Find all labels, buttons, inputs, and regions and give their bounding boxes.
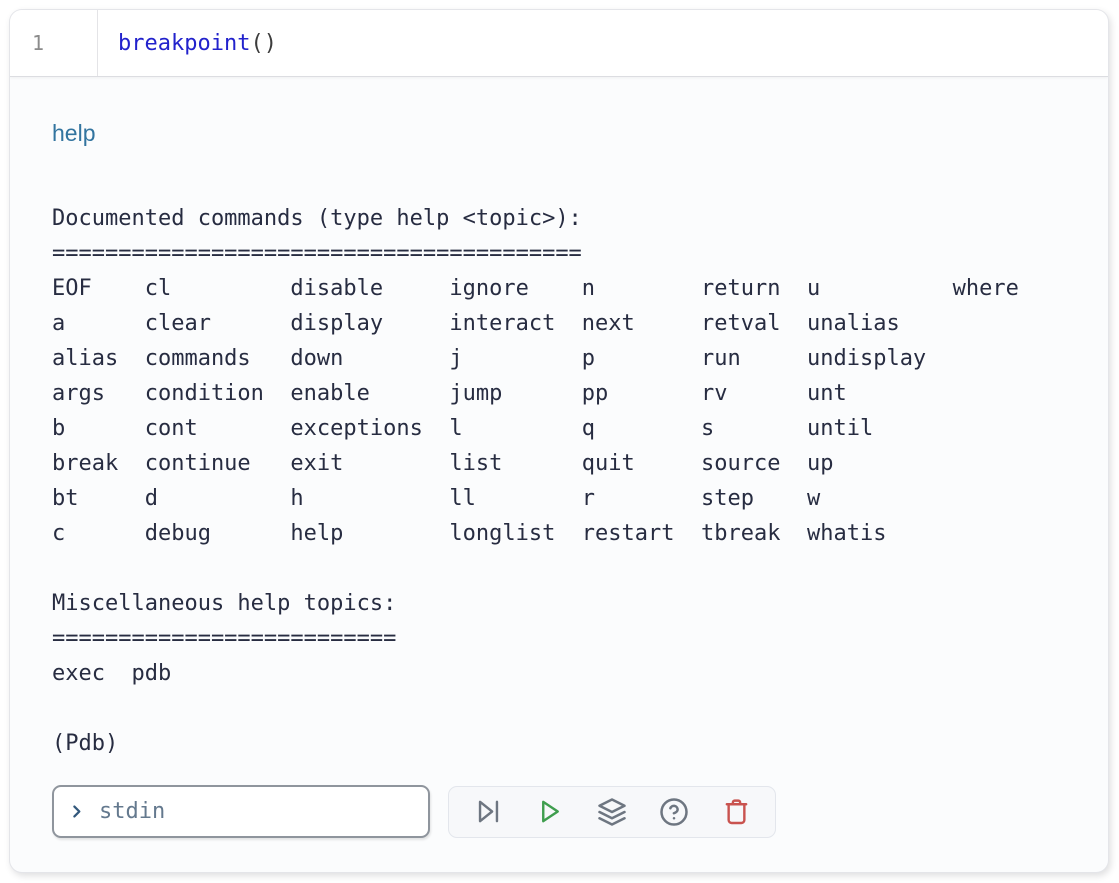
question-circle-icon: [659, 797, 689, 827]
line-number: 1: [32, 31, 44, 55]
code-punctuation: (): [250, 31, 277, 56]
skip-to-end-button[interactable]: [457, 788, 519, 836]
stdin-input[interactable]: [97, 798, 414, 825]
page: 1 breakpoint() help Documented commands …: [0, 0, 1119, 883]
echoed-command: help: [52, 121, 1066, 145]
console-pane: help Documented commands (type help <top…: [10, 77, 1108, 838]
chevron-right-icon: [68, 803, 85, 820]
layers-icon: [597, 797, 627, 827]
stdin-box[interactable]: [52, 785, 430, 838]
play-icon: [536, 797, 565, 826]
clear-button[interactable]: [705, 788, 767, 836]
editor-gutter: 1: [10, 10, 98, 76]
editor-pane: 1 breakpoint(): [10, 10, 1108, 77]
stack-button[interactable]: [581, 788, 643, 836]
ide-card: 1 breakpoint() help Documented commands …: [9, 9, 1109, 873]
code-keyword: breakpoint: [118, 31, 250, 56]
pdb-help-output: Documented commands (type help <topic>):…: [52, 201, 1066, 761]
console-controls: [52, 785, 1066, 838]
console-toolbar: [448, 786, 776, 838]
play-skip-forward-icon: [474, 797, 503, 826]
code-line[interactable]: breakpoint(): [98, 10, 277, 76]
trash-icon: [722, 797, 751, 826]
run-button[interactable]: [519, 788, 581, 836]
help-button[interactable]: [643, 788, 705, 836]
